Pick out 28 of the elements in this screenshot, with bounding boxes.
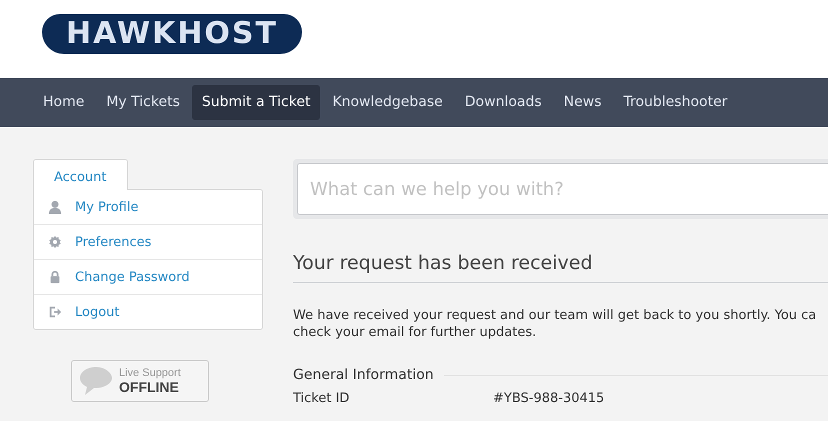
- lock-icon: [48, 270, 62, 284]
- field-value: #YBS-988-30415: [493, 391, 604, 406]
- field-label: Ticket ID: [293, 391, 350, 406]
- support-status: OFFLINE: [119, 380, 180, 395]
- nav-link[interactable]: Home: [33, 85, 94, 120]
- nav-link[interactable]: Submit a Ticket: [192, 85, 320, 120]
- menu-link[interactable]: Change Password: [75, 270, 190, 284]
- speech-bubble-icon: [79, 366, 113, 396]
- nav-link[interactable]: Knowledgebase: [322, 85, 453, 120]
- section-title: General Information: [293, 367, 434, 383]
- gear-icon: [48, 235, 62, 249]
- live-support-button[interactable]: Live Support OFFLINE: [71, 360, 209, 402]
- account-tab[interactable]: Account: [33, 159, 128, 190]
- menu-link[interactable]: My Profile: [75, 200, 138, 214]
- nav-link[interactable]: Troubleshooter: [614, 85, 738, 120]
- message-text: We have received your request and our team will get back to you shortly. You ca: [293, 307, 818, 324]
- page-heading: Your request has been received: [293, 252, 828, 283]
- message-text: check your email for further updates.: [293, 324, 538, 341]
- nav-link[interactable]: Downloads: [454, 85, 552, 120]
- nav-link[interactable]: My Tickets: [96, 85, 190, 120]
- exit-icon: [48, 305, 62, 319]
- nav-link[interactable]: News: [554, 85, 612, 120]
- search-field[interactable]: What can we help you with?: [297, 163, 828, 215]
- logo[interactable]: HAWKHOST: [42, 14, 302, 54]
- menu-link[interactable]: Logout: [75, 304, 120, 320]
- menu-link[interactable]: Preferences: [75, 234, 152, 250]
- live-support-label: Live Support: [119, 367, 181, 380]
- user-icon: [48, 200, 62, 214]
